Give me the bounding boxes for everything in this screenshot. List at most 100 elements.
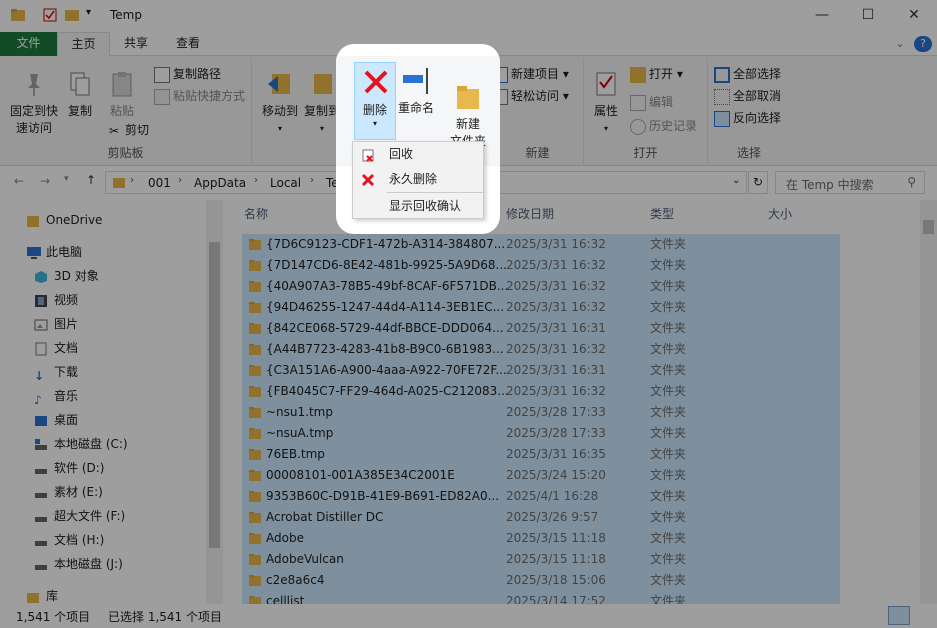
maximize-button[interactable]: ☐	[845, 0, 891, 32]
copy-path-button[interactable]: 复制路径	[154, 64, 221, 84]
breadcrumb-local[interactable]: Local	[270, 176, 301, 190]
file-row[interactable]: Adobe 2025/3/15 11:18 文件夹	[242, 528, 840, 549]
file-type: 文件夹	[650, 405, 687, 419]
copy-path-icon	[154, 66, 170, 83]
delete-x-icon	[364, 70, 388, 94]
breadcrumb-appdata[interactable]: AppData	[194, 176, 246, 190]
file-row[interactable]: Acrobat Distiller DC 2025/3/26 9:57 文件夹	[242, 507, 840, 528]
forward-arrow-icon[interactable]: →	[40, 174, 50, 188]
easy-access-button[interactable]: 轻松访问 ▾	[492, 86, 569, 106]
file-name: 00008101-001A385E34C2001E	[266, 468, 455, 482]
address-dropdown-icon[interactable]: ⌄	[732, 175, 740, 186]
file-row[interactable]: {7D147CD6-8E42-481b-9925-5A9D68... 2025/3…	[242, 255, 840, 276]
list-scroll-thumb[interactable]	[923, 220, 934, 234]
drive-icon	[34, 532, 50, 548]
column-size[interactable]: 大小	[768, 200, 792, 228]
select-all-button[interactable]: 全部选择	[714, 64, 781, 84]
file-name: {7D6C9123-CDF1-472b-A314-384807...	[266, 237, 506, 251]
file-type: 文件夹	[650, 426, 687, 440]
invert-selection-button[interactable]: 反向选择	[714, 108, 781, 128]
nav-desktop[interactable]: 桌面	[34, 408, 78, 432]
nav-scrollbar[interactable]	[206, 200, 223, 604]
nav-documents[interactable]: 文档	[34, 336, 78, 360]
recent-dropdown-icon[interactable]: ▾	[64, 174, 69, 184]
delete-button[interactable]: 删除 ▾	[354, 62, 396, 140]
paste-shortcut-button[interactable]: 粘贴快捷方式	[154, 86, 245, 106]
file-row[interactable]: ~nsuA.tmp 2025/3/28 17:33 文件夹	[242, 423, 840, 444]
move-to-button[interactable]: 移动到 ▾	[260, 70, 300, 137]
rename-button[interactable]: 重命名	[396, 66, 436, 116]
nav-drive-d[interactable]: 软件 (D:)	[34, 456, 104, 480]
file-row[interactable]: {FB4045C7-FF29-464d-A025-C212083... 2025/…	[242, 381, 840, 402]
cut-label: 剪切	[125, 123, 150, 137]
nav-drive-f[interactable]: 超大文件 (F:)	[34, 504, 125, 528]
nav-drive-j[interactable]: 本地磁盘 (J:)	[34, 552, 123, 576]
file-row[interactable]: 00008101-001A385E34C2001E 2025/3/24 15:20…	[242, 465, 840, 486]
paste-button[interactable]: 粘贴	[104, 70, 140, 120]
history-button[interactable]: 历史记录	[630, 116, 697, 136]
file-row[interactable]: 9353B60C-D91B-41E9-B691-ED82A0... 2025/4/…	[242, 486, 840, 507]
nav-downloads[interactable]: ↓ 下载	[34, 360, 78, 384]
menu-recycle[interactable]: 回收	[353, 142, 483, 166]
cut-button[interactable]: ✂ 剪切	[106, 120, 149, 140]
file-type: 文件夹	[650, 363, 687, 377]
open-button[interactable]: 打开 ▾	[630, 64, 683, 84]
file-row[interactable]: {A44B7723-4283-41b8-B9C0-6B1983... 2025/3…	[242, 339, 840, 360]
column-date[interactable]: 修改日期	[506, 200, 554, 228]
search-input[interactable]: 在 Temp 中搜索 ⚲	[775, 171, 925, 194]
pin-quick-access-button[interactable]: 固定到快 速访问	[6, 70, 62, 137]
file-name: Adobe	[266, 531, 304, 545]
file-row[interactable]: ~nsu1.tmp 2025/3/28 17:33 文件夹	[242, 402, 840, 423]
nav-drive-c[interactable]: 本地磁盘 (C:)	[34, 432, 128, 456]
breadcrumb-001[interactable]: 001	[148, 176, 171, 190]
file-row[interactable]: {94D46255-1247-44d4-A114-3EB1EC... 2025/3…	[242, 297, 840, 318]
close-button[interactable]: ✕	[891, 0, 937, 32]
tab-home[interactable]: 主页	[57, 32, 110, 57]
new-folder-icon	[457, 86, 479, 109]
properties-button[interactable]: 属性 ▾	[590, 70, 622, 137]
pin-icon	[28, 74, 40, 96]
new-folder-qa-icon[interactable]	[64, 7, 80, 25]
file-row[interactable]: 76EB.tmp 2025/3/31 16:35 文件夹	[242, 444, 840, 465]
large-icons-view-icon[interactable]	[914, 606, 932, 625]
properties-check-icon[interactable]	[42, 7, 58, 25]
nav-pictures[interactable]: 图片	[34, 312, 78, 336]
quick-access-dropdown-icon[interactable]: ▾	[86, 7, 91, 25]
nav-drive-h[interactable]: 文档 (H:)	[34, 528, 104, 552]
nav-drive-e[interactable]: 素材 (E:)	[34, 480, 103, 504]
column-name[interactable]: 名称	[244, 200, 268, 228]
menu-show-recycle-confirm[interactable]: 显示回收确认	[353, 194, 483, 218]
help-icon[interactable]: ?	[914, 36, 932, 52]
minimize-button[interactable]: —	[799, 0, 845, 32]
copy-button[interactable]: 复制	[64, 70, 96, 120]
ribbon-collapse-icon[interactable]: ⌄	[890, 32, 910, 56]
file-name: {FB4045C7-FF29-464d-A025-C212083...	[266, 384, 509, 398]
nav-videos[interactable]: 视频	[34, 288, 78, 312]
list-scrollbar[interactable]	[920, 200, 937, 604]
nav-onedrive[interactable]: OneDrive	[26, 208, 102, 232]
tab-file[interactable]: 文件	[0, 32, 57, 56]
nav-this-pc[interactable]: 此电脑	[26, 240, 82, 264]
search-icon: ⚲	[907, 175, 916, 189]
nav-music[interactable]: ♪ 音乐	[34, 384, 78, 408]
menu-permanent-delete[interactable]: 永久删除	[353, 167, 483, 191]
file-row[interactable]: {842CE068-5729-44df-BBCE-DDD064... 2025/3…	[242, 318, 840, 339]
file-row[interactable]: {7D6C9123-CDF1-472b-A314-384807... 2025/3…	[242, 234, 840, 255]
file-row[interactable]: {C3A151A6-A900-4aaa-A922-70FE72F... 2025/…	[242, 360, 840, 381]
new-item-button[interactable]: 新建项目 ▾	[492, 64, 569, 84]
back-arrow-icon[interactable]: ←	[14, 174, 24, 188]
select-none-button[interactable]: 全部取消	[714, 86, 781, 106]
tab-view[interactable]: 查看	[162, 32, 214, 56]
rename-icon	[403, 68, 428, 94]
file-row[interactable]: AdobeVulcan 2025/3/15 11:18 文件夹	[242, 549, 840, 570]
nav-scroll-thumb[interactable]	[209, 242, 220, 548]
column-type[interactable]: 类型	[650, 200, 674, 228]
up-arrow-icon[interactable]: ↑	[86, 173, 96, 187]
refresh-icon[interactable]: ↻	[748, 171, 768, 194]
edit-button[interactable]: 编辑	[630, 92, 673, 112]
file-row[interactable]: c2e8a6c4 2025/3/18 15:06 文件夹	[242, 570, 840, 591]
details-view-icon[interactable]	[888, 606, 910, 625]
nav-3d-objects[interactable]: 3D 对象	[34, 264, 99, 288]
file-row[interactable]: {40A907A3-78B5-49bf-8CAF-6F571DB... 2025/…	[242, 276, 840, 297]
tab-share[interactable]: 共享	[110, 32, 162, 56]
